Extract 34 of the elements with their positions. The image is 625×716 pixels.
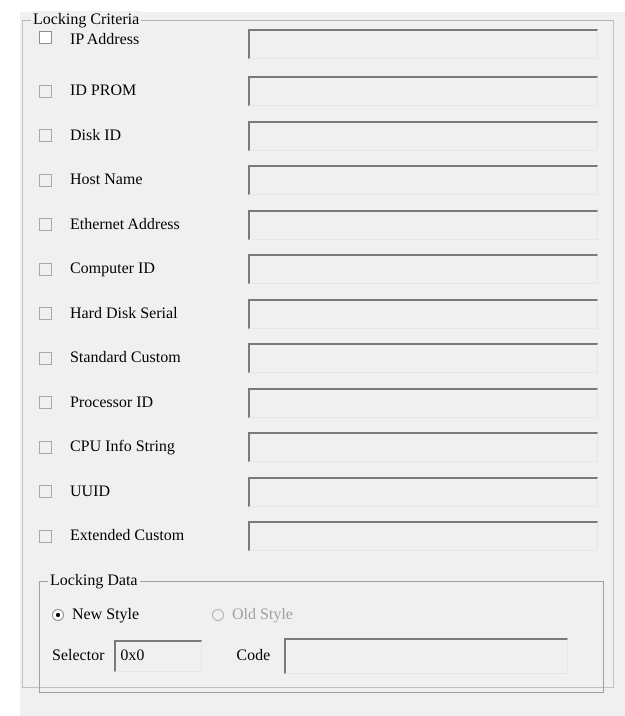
input-field[interactable] — [248, 343, 598, 374]
radio-label: Old Style — [232, 606, 293, 624]
checkbox-label: Disk ID — [70, 126, 122, 145]
input-field[interactable] — [248, 521, 598, 552]
checkbox-label: UUID — [70, 482, 111, 501]
checkbox-label: ID PROM — [70, 82, 138, 100]
checkbox-label: Extended Custom — [70, 527, 186, 546]
checkbox-label: Processor ID — [70, 394, 154, 412]
input-field[interactable] — [248, 29, 598, 59]
input-field[interactable] — [248, 210, 598, 240]
input-field[interactable] — [248, 120, 598, 151]
input-field[interactable] — [248, 298, 598, 329]
checkbox-label: Ethernet Address — [70, 216, 181, 234]
selector-label: Selector — [52, 646, 104, 664]
input-field[interactable] — [248, 476, 598, 507]
radio-button[interactable] — [52, 608, 64, 620]
checkbox-label: Computer ID — [70, 260, 156, 278]
code-field[interactable] — [284, 638, 568, 674]
checkbox-label: Hard Disk Serial — [70, 304, 179, 323]
checkbox[interactable] — [39, 31, 52, 44]
selector-field[interactable]: 0x0 — [114, 640, 202, 672]
input-field[interactable] — [248, 165, 598, 196]
group-title: Locking Criteria — [31, 11, 142, 29]
input-field[interactable] — [248, 388, 598, 418]
checkbox-label: Standard Custom — [70, 349, 182, 368]
input-field[interactable] — [248, 76, 598, 106]
input-field[interactable] — [248, 254, 598, 284]
radio-label: New Style — [72, 606, 140, 624]
group-title: Locking Data — [48, 572, 140, 590]
checkbox-label: IP Address — [70, 31, 140, 49]
checkbox-label: Host Name — [70, 171, 144, 190]
code-label: Code — [236, 646, 270, 664]
input-field[interactable] — [248, 432, 598, 462]
checkbox-label: CPU Info String — [70, 438, 176, 456]
